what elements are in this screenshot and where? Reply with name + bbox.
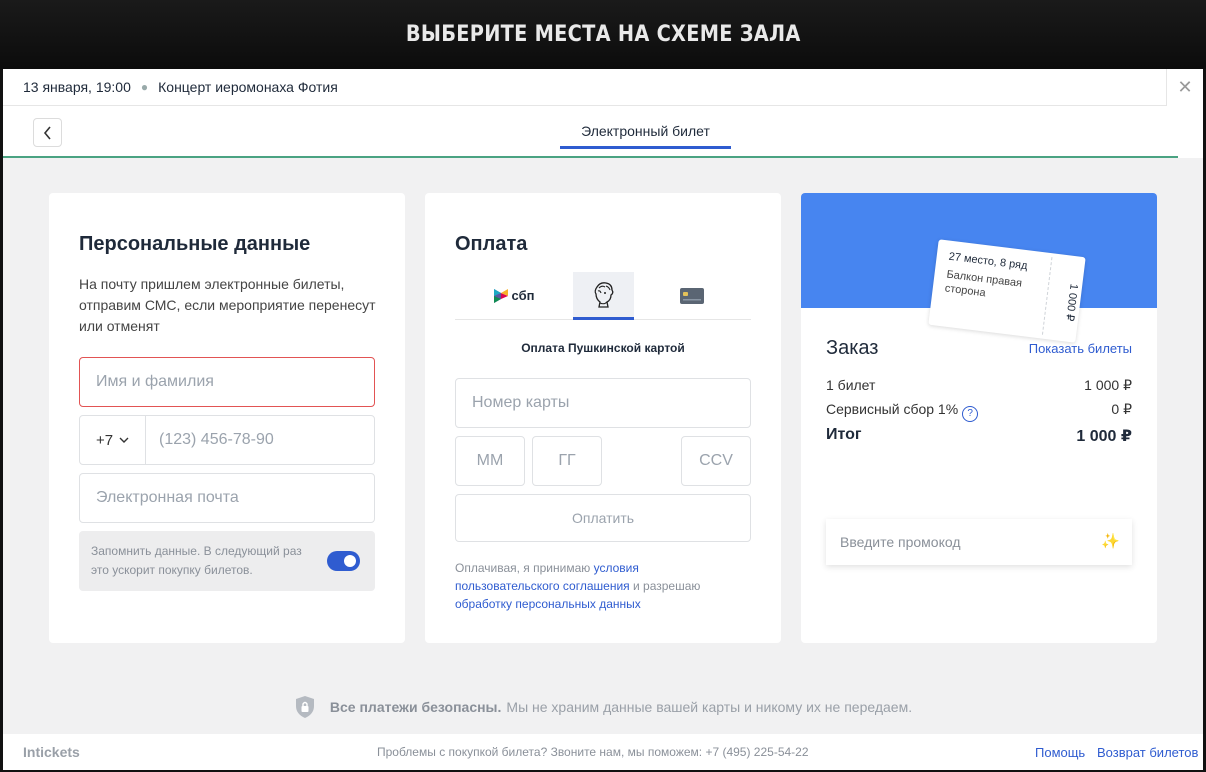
card-year-field[interactable]: ГГ [532, 436, 602, 486]
fee-value: 0 ₽ [1111, 401, 1132, 417]
email-placeholder: Электронная почта [96, 489, 239, 506]
ticket-price: 1 000 ₽ [1063, 283, 1080, 322]
email-field[interactable]: Электронная почта [79, 473, 375, 523]
order-title: Заказ [826, 337, 879, 359]
order-hero: 27 место, 8 ряд Балкон правая сторона 1 … [801, 193, 1157, 343]
top-banner: ВЫБЕРИТЕ МЕСТА НА СХЕМЕ ЗАЛА [0, 0, 1206, 69]
separator-dot: ● [140, 80, 149, 94]
tab-sbp[interactable]: сбп [483, 272, 544, 319]
promo-placeholder: Введите промокод [840, 534, 961, 550]
footer: Intickets Проблемы с покупкой билета? Зв… [3, 734, 1203, 770]
secure-text: Мы не храним данные вашей карты и никому… [506, 699, 913, 715]
name-placeholder: Имя и фамилия [96, 373, 214, 390]
refund-link[interactable]: Возврат билетов [1097, 745, 1198, 760]
terms-middle: и разрешаю [629, 579, 701, 593]
chevron-down-icon [119, 437, 129, 443]
help-link[interactable]: Помощь [1035, 745, 1085, 760]
card-ccv-field[interactable]: CCV [681, 436, 751, 486]
ticket-sector: Балкон правая сторона [944, 268, 1023, 300]
bank-card-icon [679, 287, 704, 304]
personal-title: Персональные данные [79, 233, 311, 255]
tab-electronic-ticket[interactable]: Электронный билет [560, 123, 731, 149]
month-placeholder: ММ [476, 452, 504, 469]
payment-title: Оплата [455, 233, 528, 255]
shield-lock-icon [295, 696, 314, 718]
secure-bold: Все платежи безопасны. [329, 699, 502, 715]
fee-label: Сервисный сбор 1% [826, 401, 959, 417]
banner-title: ВЫБЕРИТЕ МЕСТА НА СХЕМЕ ЗАЛА [405, 22, 801, 47]
year-placeholder: ГГ [558, 452, 576, 469]
card-month-field[interactable]: ММ [455, 436, 525, 486]
brand-logo[interactable]: Intickets [23, 744, 80, 760]
checkout-modal: 13 января, 19:00 ● Концерт иеромонаха Фо… [3, 69, 1203, 770]
tickets-label: 1 билет [826, 377, 876, 393]
footer-help-text: Проблемы с покупкой билета? Звоните нам,… [377, 745, 809, 759]
toggle-knob [344, 555, 356, 567]
total-value: 1 000 ₽ [1076, 428, 1132, 445]
terms-prefix: Оплачивая, я принимаю [455, 561, 594, 575]
chevron-left-icon [43, 125, 51, 140]
tab-bank-card[interactable] [661, 272, 722, 319]
show-tickets-link[interactable]: Показать билеты [1029, 341, 1132, 356]
order-tickets-row: 1 билет 1 000 ₽ [826, 377, 1132, 394]
sparkle-icon: ✨ [1101, 533, 1120, 550]
phone-field[interactable]: +7 (123) 456-78-90 [79, 415, 375, 465]
promo-code-field[interactable]: Введите промокод ✨ [826, 519, 1132, 565]
back-button[interactable] [33, 118, 62, 147]
ticket-illustration: 27 место, 8 ряд Балкон правая сторона 1 … [928, 239, 1086, 343]
event-name: Концерт иеромонаха Фотия [158, 79, 338, 95]
tab-pushkin-card[interactable] [573, 272, 634, 320]
help-question-icon[interactable]: ? [962, 405, 979, 422]
card-number-field[interactable]: Номер карты [455, 378, 751, 428]
event-info-bar: 13 января, 19:00 ● Концерт иеромонаха Фо… [3, 69, 1203, 106]
ticket-perforation [1041, 257, 1053, 335]
personal-data-link[interactable]: обработку персональных данных [455, 597, 641, 611]
phone-code-value: +7 [95, 431, 114, 449]
payment-method-title: Оплата Пушкинской картой [521, 341, 685, 355]
personal-data-card: Персональные данные На почту пришлем эле… [49, 193, 405, 643]
sbp-logo-icon [493, 288, 508, 303]
remember-toggle[interactable] [327, 551, 360, 571]
personal-description: На почту пришлем электронные билеты, отп… [79, 276, 376, 334]
payment-card: Оплата сбп Оплата Пушкинской картой Номе… [425, 193, 781, 643]
sbp-label: сбп [511, 288, 535, 303]
close-button[interactable]: ✕ [1166, 69, 1203, 106]
secure-payment-note: Все платежи безопасны. Мы не храним данн… [3, 695, 1203, 719]
ccv-placeholder: CCV [699, 452, 733, 469]
order-card: 27 место, 8 ряд Балкон правая сторона 1 … [801, 193, 1157, 643]
terms-text: Оплачивая, я принимаю условия пользовате… [455, 559, 745, 613]
phone-code-select[interactable]: +7 [80, 416, 146, 464]
order-fee-row: Сервисный сбор 1%? 0 ₽ [826, 401, 1132, 422]
name-field[interactable]: Имя и фамилия [79, 357, 375, 407]
tickets-value: 1 000 ₽ [1084, 377, 1132, 393]
pay-button[interactable]: Оплатить [455, 494, 751, 542]
remember-data-box: Запомнить данные. В следующий раз это ус… [79, 531, 375, 591]
remember-text: Запомнить данные. В следующий раз это ус… [91, 544, 302, 577]
order-total-row: Итог 1 000 ₽ [826, 426, 1132, 446]
total-label: Итог [826, 426, 862, 443]
payment-method-tabs: сбп [455, 272, 751, 320]
phone-placeholder: (123) 456-78-90 [159, 431, 274, 448]
progress-bar [3, 156, 1178, 158]
close-icon: ✕ [1177, 77, 1193, 97]
pushkin-portrait-icon [594, 281, 613, 308]
nav-bar: Электронный билет [3, 106, 1203, 158]
card-number-placeholder: Номер карты [472, 394, 570, 411]
event-date: 13 января, 19:00 [23, 79, 131, 95]
